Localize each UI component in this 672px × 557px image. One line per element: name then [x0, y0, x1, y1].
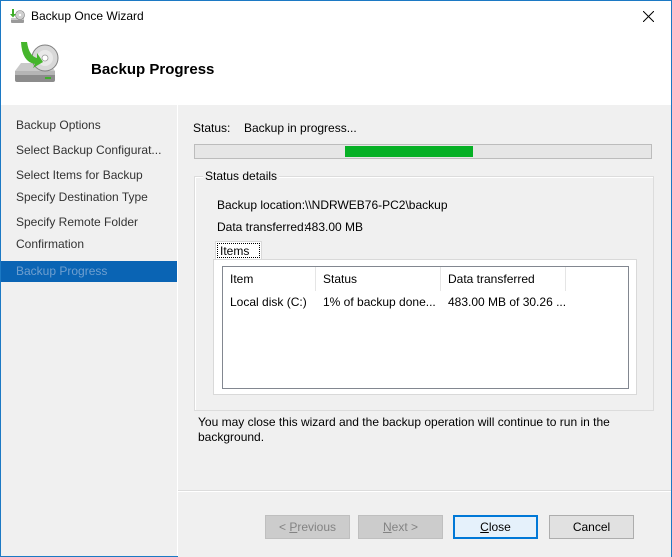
button-label: lose [488, 520, 511, 534]
items-list[interactable]: Item Status Data transferred Local disk … [222, 266, 629, 389]
sidebar-item-label: Specify Remote Folder [16, 215, 139, 229]
status-value: Backup in progress... [244, 121, 357, 135]
backup-disk-icon [10, 9, 25, 23]
wizard-button-bar: < Previous Next > Close Cancel [178, 491, 671, 557]
table-row[interactable]: Local disk (C:) 1% of backup done... 483… [223, 291, 628, 313]
sidebar-item-backup-options[interactable]: Backup Options [1, 115, 177, 136]
status-details-group: Status details Backup location: \\NDRWEB… [194, 169, 654, 411]
cell-status: 1% of backup done... [323, 295, 436, 309]
cell-data-transferred: 483.00 MB of 30.26 ... [448, 295, 566, 309]
sidebar-item-label: Confirmation [16, 237, 85, 251]
wizard-content: Status: Backup in progress... Status det… [178, 105, 671, 490]
progress-marquee-segment [345, 146, 473, 157]
sidebar-item-label: Specify Destination Type [16, 190, 148, 204]
backup-progress-bar [194, 144, 652, 159]
wizard-window: Backup Once Wizard Backup Progress Backu… [0, 0, 672, 557]
backup-location-label: Backup location: [217, 198, 306, 212]
cancel-button[interactable]: Cancel [549, 515, 634, 539]
data-transferred-label: Data transferred: [217, 220, 308, 234]
status-label: Status: [193, 121, 231, 135]
column-header-label: Status [323, 272, 358, 286]
close-icon [642, 11, 654, 22]
next-button[interactable]: Next > [358, 515, 443, 539]
previous-button[interactable]: < Previous [265, 515, 350, 539]
button-label: Cancel [572, 520, 611, 534]
column-header-status[interactable]: Status [316, 267, 441, 291]
close-window-button[interactable] [625, 1, 671, 32]
access-key: N [382, 520, 392, 534]
status-details-legend: Status details [203, 169, 280, 183]
sidebar-item-specify-remote-folder[interactable]: Specify Remote Folder [1, 212, 177, 233]
sidebar-item-label: Select Backup Configurat... [16, 143, 162, 157]
backup-location-value: \\NDRWEB76-PC2\backup [305, 198, 448, 212]
button-label-prefix: < [278, 520, 290, 534]
tab-items[interactable]: Items [215, 241, 262, 260]
data-transferred-value: 483.00 MB [305, 220, 364, 234]
page-title: Backup Progress [91, 61, 215, 78]
column-header-data-transferred[interactable]: Data transferred [441, 267, 566, 291]
wizard-header: Backup Progress [1, 32, 671, 105]
backup-disk-icon [15, 42, 59, 82]
sidebar-item-select-backup-configuration[interactable]: Select Backup Configurat... [1, 140, 177, 161]
sidebar-item-confirmation[interactable]: Confirmation [1, 234, 177, 255]
cell-item: Local disk (C:) [230, 295, 307, 309]
title-bar[interactable]: Backup Once Wizard [1, 1, 671, 32]
window-title: Backup Once Wizard [31, 9, 144, 23]
sidebar-item-specify-destination-type[interactable]: Specify Destination Type [1, 187, 177, 208]
button-label: revious [297, 520, 337, 534]
button-label: ext > [391, 520, 419, 534]
items-tab-panel: Item Status Data transferred Local disk … [213, 259, 637, 395]
column-header-label: Item [230, 272, 254, 286]
background-note: You may close this wizard and the backup… [198, 415, 610, 444]
column-header-item[interactable]: Item [223, 267, 316, 291]
access-key: C [480, 520, 489, 534]
sidebar-item-label: Backup Options [16, 118, 101, 132]
sidebar-item-backup-progress[interactable]: Backup Progress [1, 261, 177, 282]
close-button[interactable]: Close [453, 515, 538, 539]
wizard-steps-sidebar: Backup Options Select Backup Configurat.… [1, 105, 178, 556]
list-header: Item Status Data transferred [223, 267, 628, 291]
sidebar-item-label: Select Items for Backup [16, 168, 143, 182]
tab-items-label: Items [220, 244, 250, 258]
sidebar-item-select-items-for-backup[interactable]: Select Items for Backup [1, 165, 177, 186]
sidebar-item-label: Backup Progress [16, 264, 108, 278]
column-header-label: Data transferred [448, 272, 535, 286]
